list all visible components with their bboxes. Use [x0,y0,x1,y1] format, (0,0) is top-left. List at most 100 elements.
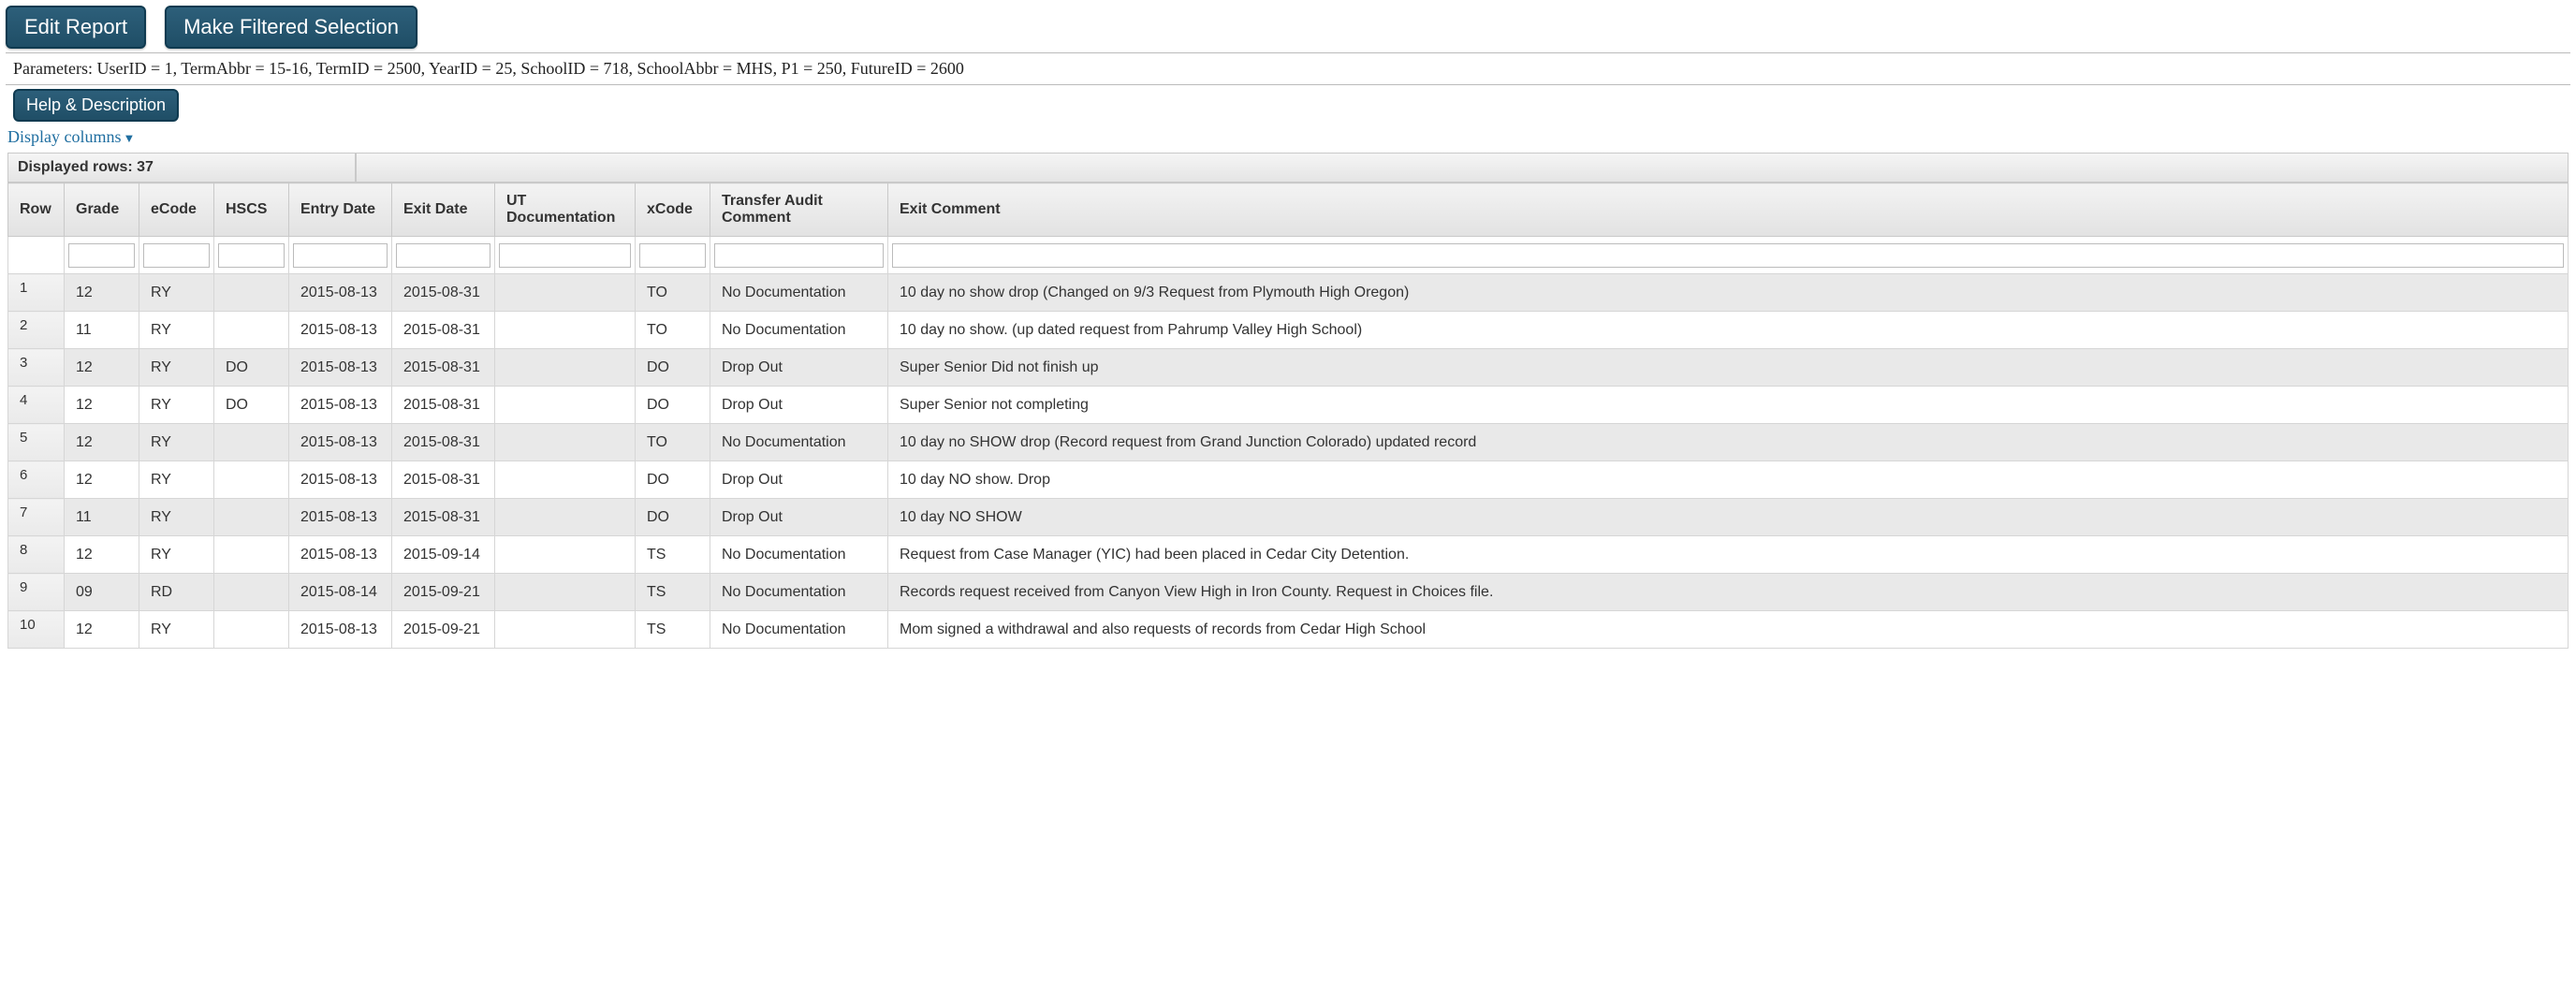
filter-ut-doc-input[interactable] [499,243,631,268]
col-header-exit-date[interactable]: Exit Date [392,183,495,237]
table-row[interactable]: 211RY2015-08-132015-08-31TONo Documentat… [8,312,2569,349]
report-table: Row Grade eCode HSCS Entry Date Exit Dat… [7,183,2569,649]
xcode-cell: TS [636,611,710,649]
make-filtered-selection-button[interactable]: Make Filtered Selection [165,6,417,49]
xcode-cell: TO [636,274,710,312]
hscs-cell: DO [214,387,289,424]
help-description-button[interactable]: Help & Description [13,89,179,122]
col-header-entry-date[interactable]: Entry Date [289,183,392,237]
filter-audit-input[interactable] [714,243,884,268]
filter-entry-date-input[interactable] [293,243,388,268]
table-row[interactable]: 909RD2015-08-142015-09-21TSNo Documentat… [8,574,2569,611]
entry-date-cell: 2015-08-13 [289,536,392,574]
row-number-cell: 3 [8,349,65,387]
entry-date-cell: 2015-08-13 [289,424,392,461]
grade-cell: 11 [65,312,139,349]
xcode-cell: TS [636,574,710,611]
xcode-cell: TS [636,536,710,574]
exit-comment-cell: 10 day NO SHOW [888,499,2569,536]
display-columns-label: Display columns [7,127,122,146]
table-row[interactable]: 112RY2015-08-132015-08-31TONo Documentat… [8,274,2569,312]
exit-date-cell: 2015-08-31 [392,424,495,461]
entry-date-cell: 2015-08-13 [289,387,392,424]
grade-cell: 12 [65,387,139,424]
ut-doc-cell [495,387,636,424]
entry-date-cell: 2015-08-13 [289,499,392,536]
col-header-grade[interactable]: Grade [65,183,139,237]
exit-comment-cell: Super Senior Did not finish up [888,349,2569,387]
ut-doc-cell [495,461,636,499]
grade-cell: 12 [65,274,139,312]
audit-cell: Drop Out [710,461,888,499]
xcode-cell: DO [636,387,710,424]
exit-date-cell: 2015-09-21 [392,611,495,649]
exit-date-cell: 2015-09-21 [392,574,495,611]
exit-comment-cell: Mom signed a withdrawal and also request… [888,611,2569,649]
display-columns-toggle[interactable]: Display columns▼ [0,125,2576,147]
entry-date-cell: 2015-08-13 [289,611,392,649]
col-header-exit-comment[interactable]: Exit Comment [888,183,2569,237]
ut-doc-cell [495,499,636,536]
hscs-cell [214,536,289,574]
exit-date-cell: 2015-08-31 [392,274,495,312]
col-header-hscs[interactable]: HSCS [214,183,289,237]
ut-doc-cell [495,536,636,574]
row-number-cell: 10 [8,611,65,649]
col-header-ecode[interactable]: eCode [139,183,214,237]
table-row[interactable]: 711RY2015-08-132015-08-31DODrop Out10 da… [8,499,2569,536]
exit-comment-cell: 10 day NO show. Drop [888,461,2569,499]
hscs-cell [214,574,289,611]
exit-date-cell: 2015-08-31 [392,461,495,499]
exit-date-cell: 2015-08-31 [392,312,495,349]
audit-cell: No Documentation [710,312,888,349]
exit-date-cell: 2015-08-31 [392,349,495,387]
ut-doc-cell [495,312,636,349]
exit-comment-cell: Super Senior not completing [888,387,2569,424]
col-header-row[interactable]: Row [8,183,65,237]
hscs-cell [214,499,289,536]
parameters-bar: Parameters: UserID = 1, TermAbbr = 15-16… [6,52,2570,85]
ecode-cell: RY [139,387,214,424]
table-row[interactable]: 412RYDO2015-08-132015-08-31DODrop OutSup… [8,387,2569,424]
ecode-cell: RD [139,574,214,611]
exit-date-cell: 2015-08-31 [392,499,495,536]
filter-exit-comment-input[interactable] [892,243,2564,268]
col-header-transfer-audit-comment[interactable]: Transfer Audit Comment [710,183,888,237]
exit-comment-cell: Request from Case Manager (YIC) had been… [888,536,2569,574]
xcode-cell: DO [636,349,710,387]
exit-comment-cell: Records request received from Canyon Vie… [888,574,2569,611]
col-header-xcode[interactable]: xCode [636,183,710,237]
filter-xcode-input[interactable] [639,243,706,268]
xcode-cell: TO [636,424,710,461]
ecode-cell: RY [139,349,214,387]
filter-grade-input[interactable] [68,243,135,268]
hscs-cell: DO [214,349,289,387]
table-row[interactable]: 1012RY2015-08-132015-09-21TSNo Documenta… [8,611,2569,649]
audit-cell: No Documentation [710,536,888,574]
ut-doc-cell [495,574,636,611]
col-header-ut-documentation[interactable]: UT Documentation [495,183,636,237]
ut-doc-cell [495,349,636,387]
table-row[interactable]: 812RY2015-08-132015-09-14TSNo Documentat… [8,536,2569,574]
grade-cell: 12 [65,461,139,499]
table-row[interactable]: 612RY2015-08-132015-08-31DODrop Out10 da… [8,461,2569,499]
exit-date-cell: 2015-08-31 [392,387,495,424]
xcode-cell: DO [636,499,710,536]
filter-exit-date-input[interactable] [396,243,490,268]
entry-date-cell: 2015-08-13 [289,349,392,387]
row-number-cell: 2 [8,312,65,349]
edit-report-button[interactable]: Edit Report [6,6,146,49]
exit-comment-cell: 10 day no show. (up dated request from P… [888,312,2569,349]
table-row[interactable]: 312RYDO2015-08-132015-08-31DODrop OutSup… [8,349,2569,387]
grade-cell: 12 [65,424,139,461]
xcode-cell: TO [636,312,710,349]
entry-date-cell: 2015-08-13 [289,274,392,312]
xcode-cell: DO [636,461,710,499]
ecode-cell: RY [139,536,214,574]
ut-doc-cell [495,424,636,461]
table-row[interactable]: 512RY2015-08-132015-08-31TONo Documentat… [8,424,2569,461]
filter-hscs-input[interactable] [218,243,285,268]
exit-comment-cell: 10 day no show drop (Changed on 9/3 Requ… [888,274,2569,312]
chevron-down-icon: ▼ [124,131,136,145]
filter-ecode-input[interactable] [143,243,210,268]
